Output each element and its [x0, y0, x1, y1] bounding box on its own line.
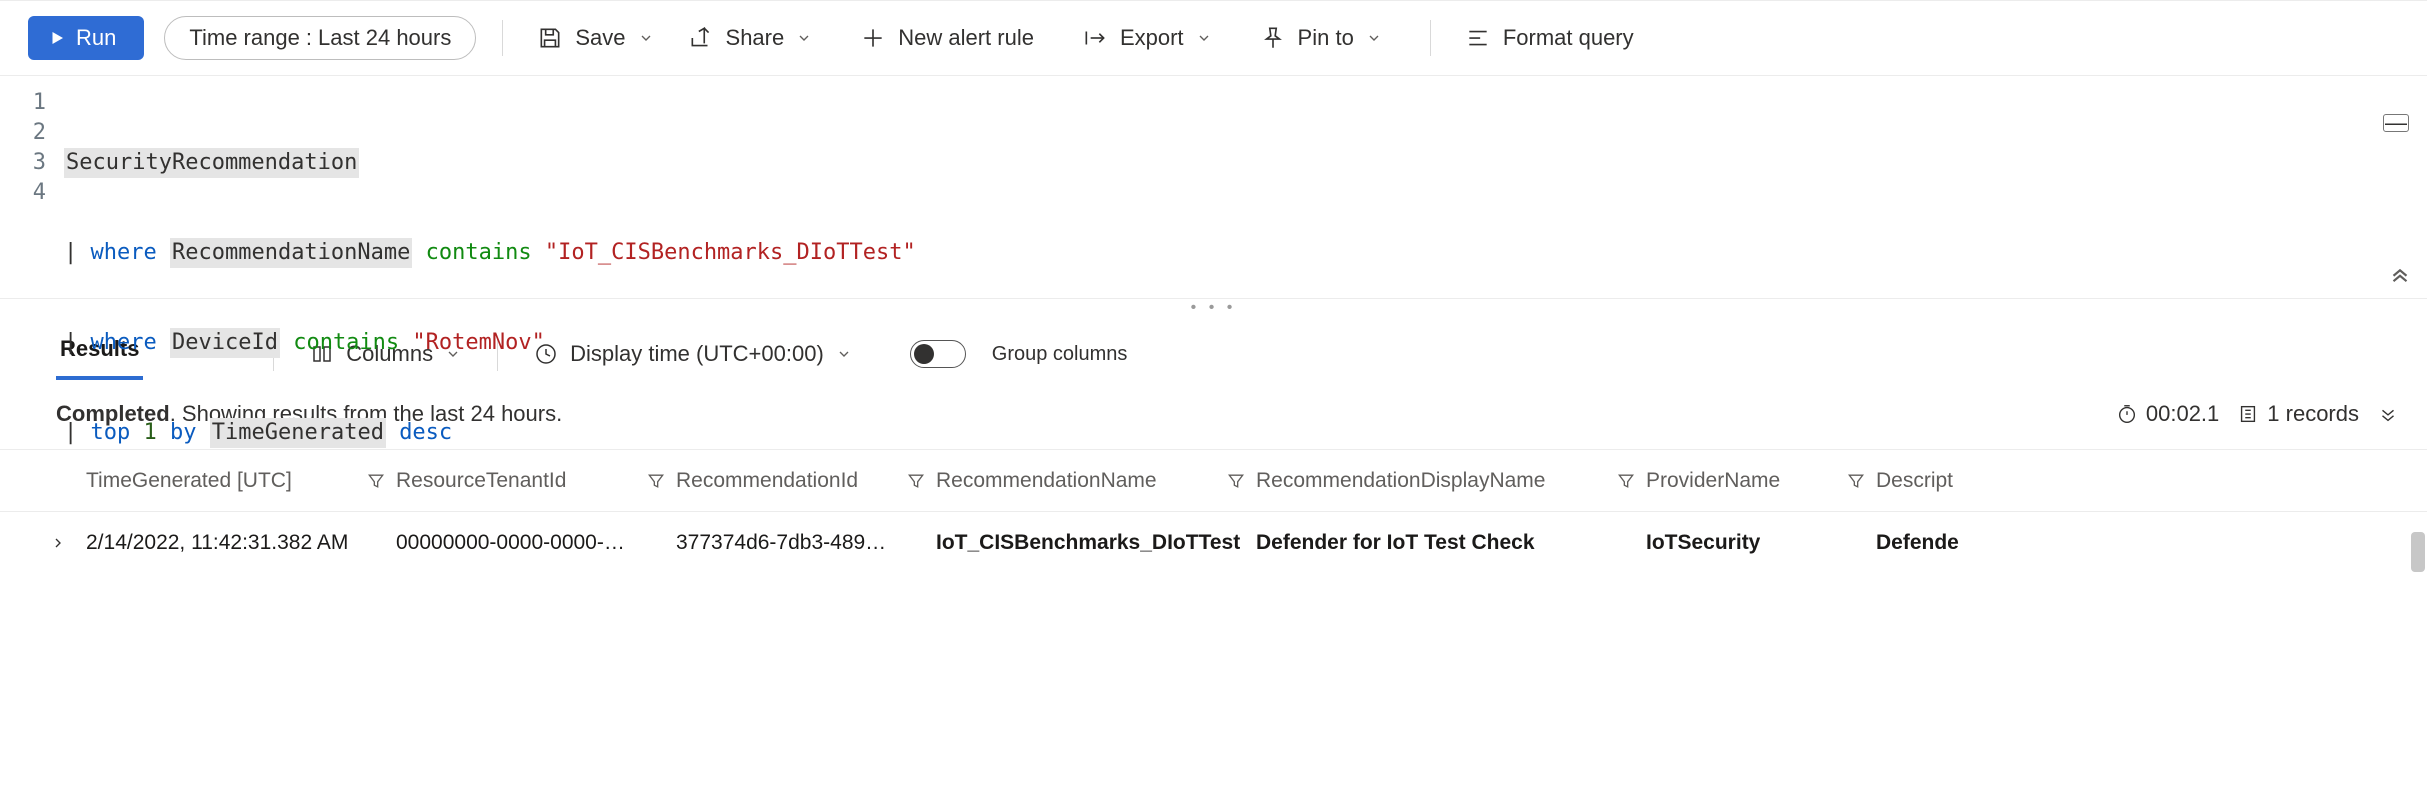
- line-number: 4: [0, 178, 46, 208]
- pin-to-label: Pin to: [1298, 25, 1354, 51]
- token-string: "RotemNov": [412, 328, 544, 358]
- chevron-down-icon: [796, 30, 812, 46]
- line-number: 3: [0, 148, 46, 178]
- column-header-description[interactable]: Descript: [1876, 469, 2006, 493]
- time-range-picker[interactable]: Time range : Last 24 hours: [164, 16, 476, 60]
- scroll-to-top-icon[interactable]: [2387, 266, 2413, 292]
- cell-recid: 377374d6-7db3-489…: [676, 531, 936, 555]
- query-toolbar: Run Time range : Last 24 hours Save Shar…: [0, 0, 2427, 76]
- token-operator: contains: [426, 238, 532, 268]
- new-alert-rule-button[interactable]: New alert rule: [852, 19, 1042, 57]
- token-operator: contains: [293, 328, 399, 358]
- time-range-label: Time range :: [189, 25, 312, 51]
- cell-provider: IoTSecurity: [1646, 531, 1876, 555]
- token-table: SecurityRecommendation: [64, 148, 359, 178]
- filter-icon[interactable]: [1616, 471, 1636, 491]
- save-label: Save: [575, 25, 625, 51]
- token-keyword: top: [91, 418, 131, 448]
- column-header-recid[interactable]: RecommendationId: [676, 469, 936, 493]
- results-table: TimeGenerated [UTC] ResourceTenantId Rec…: [0, 450, 2427, 574]
- column-header-label: Descript: [1876, 469, 1953, 493]
- cell-value: Defende: [1876, 531, 1959, 555]
- column-header-label: ProviderName: [1646, 469, 1780, 493]
- export-icon: [1082, 25, 1108, 51]
- cell-value: 2/14/2022, 11:42:31.382 AM: [86, 531, 348, 555]
- cell-value: IoTSecurity: [1646, 531, 1760, 555]
- line-number: 1: [0, 88, 46, 118]
- cell-tenant: 00000000-0000-0000-…: [396, 531, 676, 555]
- token-keyword: desc: [399, 418, 452, 448]
- token-column: TimeGenerated: [210, 418, 386, 448]
- line-number: 2: [0, 118, 46, 148]
- token-keyword: where: [91, 328, 157, 358]
- run-button-label: Run: [76, 25, 116, 51]
- time-range-value: Last 24 hours: [318, 25, 451, 51]
- cell-value: Defender for IoT Test Check: [1256, 531, 1535, 555]
- column-header-provider[interactable]: ProviderName: [1646, 469, 1876, 493]
- filter-icon[interactable]: [906, 471, 926, 491]
- column-header-label: RecommendationName: [936, 469, 1157, 493]
- column-header-time[interactable]: TimeGenerated [UTC]: [86, 469, 396, 493]
- column-header-label: ResourceTenantId: [396, 469, 566, 493]
- cell-time: 2/14/2022, 11:42:31.382 AM: [86, 531, 396, 555]
- format-query-button[interactable]: Format query: [1457, 19, 1642, 57]
- vertical-scrollbar[interactable]: [2411, 532, 2425, 572]
- run-button[interactable]: Run: [28, 16, 144, 60]
- column-header-tenant[interactable]: ResourceTenantId: [396, 469, 676, 493]
- chevron-down-icon: [638, 30, 654, 46]
- editor-code[interactable]: SecurityRecommendation | where Recommend…: [64, 88, 2427, 298]
- token-number: 1: [144, 418, 157, 448]
- chevron-down-icon: [1196, 30, 1212, 46]
- collapse-region-icon[interactable]: —: [2383, 114, 2409, 132]
- token-column: RecommendationName: [170, 238, 412, 268]
- table-header-row: TimeGenerated [UTC] ResourceTenantId Rec…: [0, 450, 2427, 512]
- export-label: Export: [1120, 25, 1184, 51]
- column-header-label: RecommendationDisplayName: [1256, 469, 1545, 493]
- editor-gutter: 1 2 3 4: [0, 88, 64, 298]
- query-editor-wrap: 1 2 3 4 SecurityRecommendation | where R…: [0, 76, 2427, 298]
- filter-icon[interactable]: [366, 471, 386, 491]
- cell-value: 377374d6-7db3-489…: [676, 531, 886, 555]
- column-header-dispname[interactable]: RecommendationDisplayName: [1256, 469, 1646, 493]
- format-icon: [1465, 25, 1491, 51]
- group-columns-toggle[interactable]: [910, 340, 966, 368]
- table-row[interactable]: 2/14/2022, 11:42:31.382 AM 00000000-0000…: [0, 512, 2427, 574]
- cell-value: 00000000-0000-0000-…: [396, 531, 625, 555]
- column-header-label: RecommendationId: [676, 469, 858, 493]
- toggle-knob: [914, 344, 934, 364]
- share-label: Share: [726, 25, 785, 51]
- filter-icon[interactable]: [1226, 471, 1246, 491]
- chevron-down-icon: [1366, 30, 1382, 46]
- column-header-recname[interactable]: RecommendationName: [936, 469, 1256, 493]
- toolbar-separator: [1430, 20, 1431, 56]
- pin-icon: [1260, 25, 1286, 51]
- share-button[interactable]: Share: [680, 19, 821, 57]
- token-keyword: by: [170, 418, 197, 448]
- toolbar-separator: [502, 20, 503, 56]
- cell-description: Defende: [1876, 531, 2006, 555]
- filter-icon[interactable]: [1846, 471, 1866, 491]
- plus-icon: [860, 25, 886, 51]
- cell-dispname: Defender for IoT Test Check: [1256, 531, 1646, 555]
- save-button[interactable]: Save: [529, 19, 661, 57]
- token-column: DeviceId: [170, 328, 280, 358]
- format-query-label: Format query: [1503, 25, 1634, 51]
- results-table-wrap: TimeGenerated [UTC] ResourceTenantId Rec…: [0, 450, 2427, 574]
- filter-icon[interactable]: [646, 471, 666, 491]
- query-editor[interactable]: 1 2 3 4 SecurityRecommendation | where R…: [0, 76, 2427, 298]
- chevron-right-icon: [50, 535, 66, 551]
- column-header-label: TimeGenerated [UTC]: [86, 469, 292, 493]
- pin-to-button[interactable]: Pin to: [1252, 19, 1390, 57]
- export-button[interactable]: Export: [1074, 19, 1220, 57]
- save-icon: [537, 25, 563, 51]
- new-alert-rule-label: New alert rule: [898, 25, 1034, 51]
- play-icon: [48, 29, 66, 47]
- cell-value: IoT_CISBenchmarks_DIoTTest: [936, 531, 1240, 555]
- share-icon: [688, 25, 714, 51]
- token-keyword: where: [91, 238, 157, 268]
- row-expander[interactable]: [40, 535, 86, 551]
- cell-recname: IoT_CISBenchmarks_DIoTTest: [936, 531, 1256, 555]
- token-string: "IoT_CISBenchmarks_DIoTTest": [545, 238, 916, 268]
